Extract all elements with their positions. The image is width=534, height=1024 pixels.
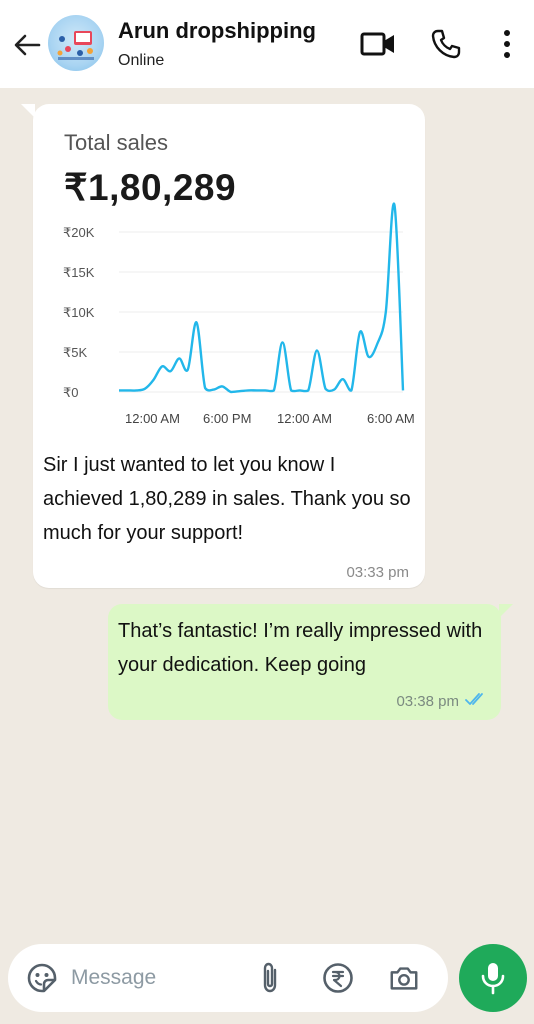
x-tick-label: 6:00 AM (367, 411, 415, 426)
sales-card-title: Total sales (64, 130, 168, 155)
outgoing-meta: 03:38 pm (396, 692, 487, 710)
back-arrow-icon[interactable] (10, 28, 44, 62)
x-tick-label: 12:00 AM (277, 411, 332, 426)
chat-header: Arun dropshipping Online (0, 0, 534, 88)
voice-record-button[interactable] (459, 944, 527, 1012)
outgoing-message-text: That’s fantastic! I’m really impressed w… (118, 620, 483, 676)
y-tick-label: ₹10K (63, 305, 95, 320)
bubble-tail (499, 604, 513, 618)
sales-line-chart: ₹20K ₹15K ₹10K ₹5K ₹0 12:00 AM 6:00 PM 12:00 AM… (63, 202, 415, 426)
phone-call-icon[interactable] (428, 26, 464, 62)
attachment-icon[interactable] (254, 962, 286, 994)
bubble-tail (21, 104, 35, 118)
video-call-icon[interactable] (358, 26, 398, 62)
double-check-icon (465, 692, 487, 710)
outgoing-timestamp: 03:38 pm (396, 692, 459, 710)
incoming-message-bubble[interactable]: Total sales ₹1,80,289 ₹20K ₹15K ₹10K ₹5K ₹0 1… (21, 104, 425, 588)
message-input-bar: Message (8, 944, 448, 1012)
incoming-message-text: Sir I just wanted to let you know I achi… (43, 454, 411, 544)
contact-status: Online (118, 52, 165, 69)
camera-icon[interactable] (388, 962, 420, 994)
payment-rupee-icon[interactable] (322, 962, 354, 994)
microphone-icon (481, 963, 505, 995)
y-tick-label: ₹0 (63, 385, 79, 400)
message-input[interactable]: Message (71, 966, 156, 990)
contact-name[interactable]: Arun dropshipping (118, 18, 316, 44)
x-tick-label: 6:00 PM (203, 411, 251, 426)
y-tick-label: ₹20K (63, 225, 95, 240)
y-tick-label: ₹5K (63, 345, 88, 360)
sticker-icon[interactable] (26, 962, 58, 994)
contact-avatar[interactable] (48, 15, 104, 71)
more-options-icon[interactable] (496, 26, 518, 62)
incoming-timestamp: 03:33 pm (346, 564, 409, 581)
x-tick-label: 12:00 AM (125, 411, 180, 426)
y-tick-label: ₹15K (63, 265, 95, 280)
outgoing-message-bubble[interactable]: That’s fantastic! I’m really impressed w… (108, 604, 513, 720)
